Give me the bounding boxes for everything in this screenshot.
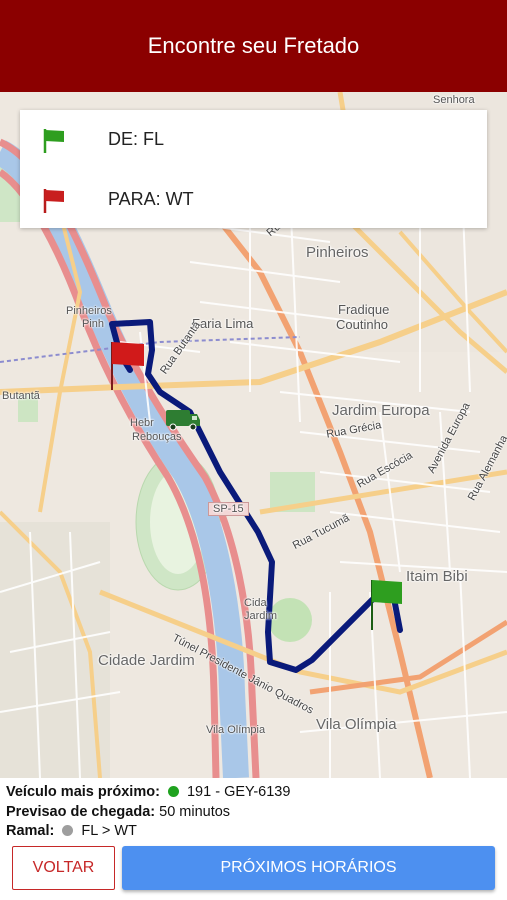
map-label-fradique: Fradique	[338, 302, 390, 317]
map-label-pinheiros-station-2: Pinh	[82, 318, 105, 330]
start-flag-icon[interactable]	[368, 576, 406, 632]
back-button-label: VOLTAR	[32, 859, 95, 876]
vehicle-value: 191 - GEY-6139	[186, 784, 291, 800]
ramal-line: Ramal: FL > WT	[6, 823, 137, 839]
red-flag-icon	[43, 189, 64, 213]
map-label-sp15: SP-15	[208, 502, 249, 516]
map-label-itaim-bibi: Itaim Bibi	[406, 568, 468, 585]
arrival-value: 50 minutos	[159, 804, 231, 820]
vehicle-status-dot	[167, 786, 179, 797]
route-from-label: DE: FL	[108, 128, 165, 149]
next-times-button-label: PRÓXIMOS HORÁRIOS	[220, 859, 397, 876]
ramal-value: FL > WT	[81, 823, 137, 839]
map-label-vila-olimpia-station: Vila Olímpia	[206, 724, 266, 736]
map-label-pinheiros: Pinheiros	[306, 244, 369, 261]
map-label-pinheiros-station: Pinheiros	[66, 305, 112, 317]
arrival-line: Previsao de chegada: 50 minutos	[6, 804, 230, 820]
ramal-label: Ramal:	[6, 823, 55, 839]
route-card: DE: FL PARA: WT	[20, 110, 487, 228]
map-label-vila-olimpia: Vila Olímpia	[316, 716, 397, 733]
bus-icon[interactable]	[164, 408, 202, 432]
map-label-cidade-jardim-station-2: Jardim	[244, 610, 278, 622]
route-to-row[interactable]: PARA: WT	[20, 174, 487, 224]
header-title: Encontre seu Fretado	[147, 33, 360, 58]
route-from-row[interactable]: DE: FL	[20, 114, 487, 164]
ramal-status-dot	[62, 825, 74, 836]
map-label-hebraica: Hebr	[130, 417, 154, 429]
map-label-cidade-jardim: Cidade Jardim	[98, 652, 195, 669]
route-to-label: PARA: WT	[108, 188, 194, 209]
end-flag-icon[interactable]	[108, 336, 148, 392]
map-label-butanta: Butantã	[2, 390, 40, 402]
vehicle-line: Veículo mais próximo: 191 - GEY-6139	[6, 784, 290, 800]
back-button[interactable]: VOLTAR	[12, 846, 115, 890]
app-header: Encontre seu Fretado	[0, 0, 507, 92]
vehicle-label: Veículo mais próximo:	[6, 784, 160, 800]
next-times-button[interactable]: PRÓXIMOS HORÁRIOS	[122, 846, 495, 890]
map-label-coutinho: Coutinho	[336, 317, 389, 332]
map-label-jardim-europa: Jardim Europa	[332, 402, 430, 419]
green-flag-icon	[43, 129, 64, 153]
arrival-label: Previsao de chegada:	[6, 804, 156, 820]
map-label-reboucas: Rebouças	[132, 431, 182, 443]
map-label-cidade-jardim-station-1: Cida	[244, 597, 267, 609]
map-label-senhora: Senhora	[433, 94, 475, 106]
